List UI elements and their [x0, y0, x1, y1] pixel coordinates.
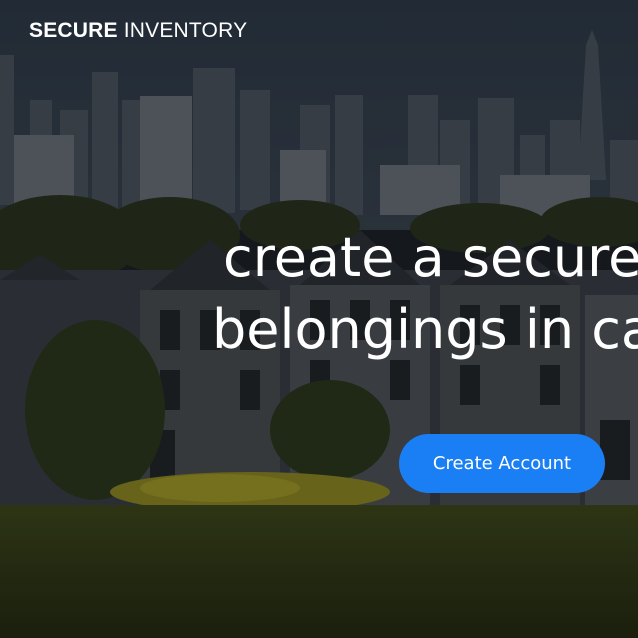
- brand-logo-bold: SECURE: [29, 19, 118, 42]
- hero-headline: create a secure belongings in ca: [212, 222, 638, 366]
- hero-line-2: belongings in ca: [212, 298, 638, 361]
- brand-logo-light: INVENTORY: [123, 19, 248, 42]
- brand-logo[interactable]: SECURE INVENTORY: [29, 19, 247, 47]
- hero-line-1: create a secure: [223, 226, 638, 289]
- create-account-button[interactable]: Create Account: [399, 434, 605, 493]
